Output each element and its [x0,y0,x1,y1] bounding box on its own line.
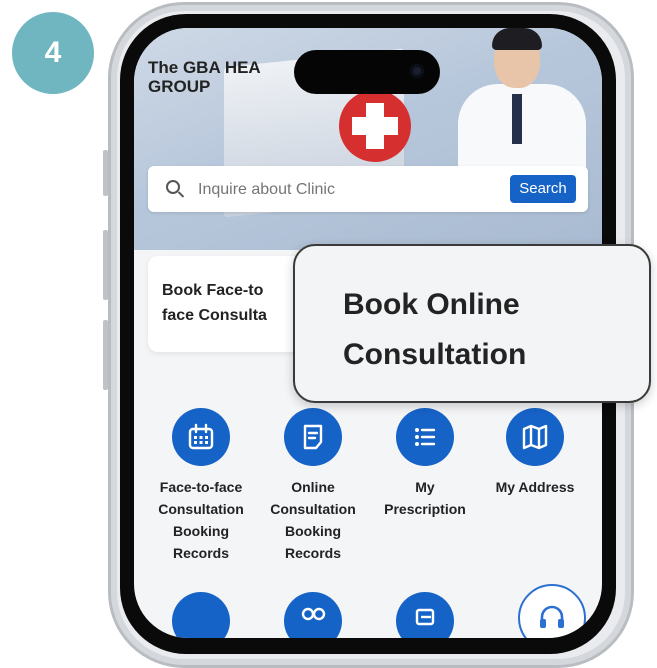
grid-item-next-row-3[interactable] [396,592,454,638]
phone-side-button [103,150,108,196]
grid-item-next-row-1[interactable] [172,592,230,638]
search-button[interactable]: Search [510,175,576,203]
calendar-icon [172,408,230,466]
grid-item-online-records[interactable]: Online Consultation Booking Records [258,408,368,564]
callout-title: Book Online Consultation [343,280,526,380]
customer-support-button[interactable] [518,584,586,638]
label-line: Booking [173,523,229,539]
grid-item-label: Face-to-face Consultation Booking Record… [146,476,256,564]
search-input[interactable] [196,166,500,214]
step-badge: 4 [12,12,94,94]
brand-title: The GBA HEA GROUP [148,58,261,96]
grid-item-next-row-2[interactable] [284,592,342,638]
document-icon [284,408,342,466]
grid-item-label: My Address [480,476,590,498]
label-line: Prescription [384,501,466,517]
label-line: My [415,479,435,495]
phone-volume-up-button [103,230,108,300]
label-line: My Address [495,479,575,495]
label-line: Records [172,545,230,561]
label-line: Consultation [270,501,356,517]
label-line: Online [291,479,335,495]
grid-item-label: Online Consultation Booking Records [258,476,368,564]
headset-icon [540,605,564,628]
callout-title-line: Consultation [343,338,527,371]
label-line: Face-to-face [159,479,243,495]
label-line: Consultation [158,501,244,517]
front-camera-icon [410,64,424,78]
search-bar: Search [148,166,588,214]
card-title-line: face Consulta [162,307,267,324]
search-icon [166,180,180,194]
grid-item-my-address[interactable]: My Address [480,408,590,498]
grid-item-my-prescription[interactable]: My Prescription [370,408,480,520]
card-title: Book Face-to face Consulta [162,278,312,328]
map-icon [506,408,564,466]
brand-title-line: GROUP [148,77,211,96]
step-number: 4 [44,36,62,69]
medical-cross-icon [339,90,411,162]
grid-item-face-to-face-records[interactable]: Face-to-face Consultation Booking Record… [146,408,256,564]
label-line: Records [284,545,342,561]
phone-volume-down-button [103,320,108,390]
grid-item-label: My Prescription [370,476,480,520]
people-icon [301,607,326,621]
dynamic-island [294,50,440,94]
list-icon [396,408,454,466]
brand-title-line: The GBA HEA [148,58,261,77]
exit-icon [415,608,435,626]
card-title-line: Book Face-to [162,282,264,299]
callout-title-line: Book Online [343,288,520,321]
book-online-consultation-callout[interactable]: Book Online Consultation [293,244,651,403]
label-line: Booking [285,523,341,539]
